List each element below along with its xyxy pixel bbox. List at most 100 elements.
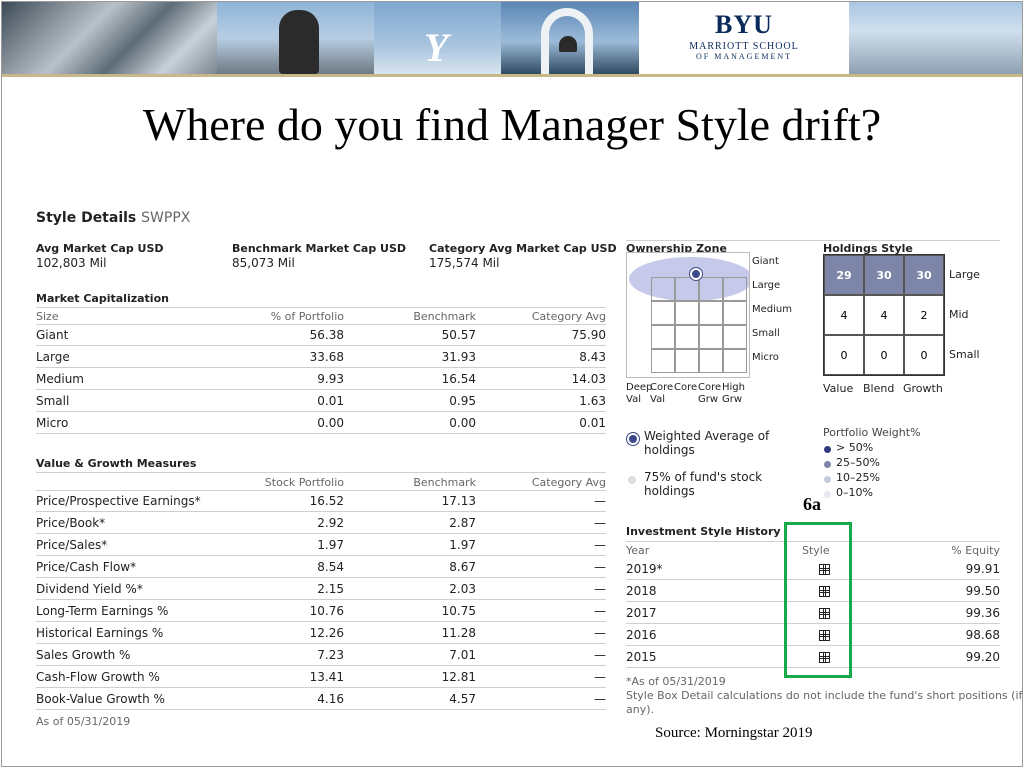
banner-y-mountain-image: Y [374,2,501,74]
weight-legend-label: > 50% [836,441,874,454]
row-divider [36,709,606,710]
table-cell: — [594,604,606,618]
table-cell: 7.01 [449,648,476,662]
table-cell: 12.26 [309,626,344,640]
row-divider [36,533,606,534]
style-box-cell: 0 [904,335,944,375]
zone-size-label: Large [752,280,781,291]
column-header: Category Avg [531,476,606,489]
row-label: Sales Growth % [36,648,131,662]
table-cell: — [594,582,606,596]
callout-label: 6a [803,494,821,514]
table-cell: 8.67 [449,560,476,574]
zone-style-label: Grw [698,394,719,405]
zone-style-label: Val [626,394,641,405]
style-box-cell: 30 [864,255,904,295]
category-market-cap-value: 175,574 Mil [429,256,500,270]
style-box-cell: 4 [864,295,904,335]
banner-campus-image [849,2,1022,74]
history-year: 2018 [626,584,657,598]
table-cell: 33.68 [309,350,344,364]
row-divider [36,599,606,600]
history-equity: 99.91 [965,562,1000,576]
table-cell: 7.23 [317,648,344,662]
zone-size-label: Giant [752,256,779,267]
zone-style-label: Grw [722,394,743,405]
row-label: Small [36,394,70,408]
zone-style-label: Core [674,382,698,393]
category-market-cap-label: Category Avg Market Cap USD [429,242,617,255]
row-divider [36,643,606,644]
row-divider [36,389,606,390]
row-label: Micro [36,416,69,430]
history-year: 2015 [626,650,657,664]
style-box-row-label: Small [949,348,980,361]
source-citation: Source: Morningstar 2019 [655,725,813,741]
table-cell: — [594,670,606,684]
weight-legend-icon [824,461,831,468]
row-divider [36,511,606,512]
table-cell: 2.15 [317,582,344,596]
zone-style-label: Core [650,382,674,393]
school-name-line2: OF MANAGEMENT [696,52,792,61]
row-label: Historical Earnings % [36,626,164,640]
weight-legend-label: 0–10% [836,486,873,499]
column-header: Benchmark [413,476,476,489]
zone-style-label: Core [698,382,722,393]
divider [36,324,606,325]
avg-market-cap-value: 102,803 Mil [36,256,107,270]
style-box-col-label: Value [823,382,854,395]
style-column-highlight [784,522,852,678]
table-cell: 4.57 [449,692,476,706]
row-label: Large [36,350,70,364]
avg-market-cap-label: Avg Market Cap USD [36,242,164,255]
banner-divider [2,74,1022,77]
row-divider [36,577,606,578]
table-cell: — [594,626,606,640]
column-header: % of Portfolio [270,310,344,323]
row-label: Dividend Yield %* [36,582,143,596]
style-box-cell: 30 [904,255,944,295]
column-header: % Equity [951,544,1000,557]
row-label: Price/Cash Flow* [36,560,137,574]
table-cell: 50.57 [441,328,476,342]
row-divider [36,665,606,666]
banner: Y BYU MARRIOTT SCHOOL OF MANAGEMENT [2,2,1022,74]
style-box-cell: 0 [864,335,904,375]
history-equity: 99.50 [965,584,1000,598]
table-cell: — [594,494,606,508]
table-cell: 12.81 [441,670,476,684]
legend-stock-holdings-line1: 75% of fund's stock [644,470,763,484]
row-divider [36,433,606,434]
weight-legend-icon [824,491,831,498]
table-cell: 8.54 [317,560,344,574]
holdings-style-box: 29 30 30 4 4 2 0 0 0 [823,254,945,376]
row-label: Price/Sales* [36,538,108,552]
row-divider [36,621,606,622]
row-label: Cash-Flow Growth % [36,670,160,684]
zone-style-label: High [722,382,745,393]
divider [36,490,606,491]
zone-size-label: Micro [752,352,779,363]
style-box-col-label: Growth [903,382,943,395]
history-year: 2019* [626,562,663,576]
style-history-heading: Investment Style History [626,525,781,538]
table-cell: — [594,560,606,574]
school-name-line1: MARRIOTT SCHOOL [689,41,799,52]
table-cell: — [594,692,606,706]
style-history-note1: *As of 05/31/2019 [626,675,726,688]
column-header: Size [36,310,59,323]
legend-weighted-average-line2: holdings [644,443,695,457]
benchmark-market-cap-label: Benchmark Market Cap USD [232,242,407,255]
zone-size-label: Small [752,328,780,339]
row-divider [36,411,606,412]
weight-legend-icon [824,446,831,453]
row-divider [36,345,606,346]
zone-style-label: Val [650,394,665,405]
table-cell: 13.41 [309,670,344,684]
style-history-note3: any). [626,703,655,716]
morningstar-style-panel: Style Details SWPPX Avg Market Cap USD 1… [24,196,1022,734]
row-label: Medium [36,372,84,386]
weight-legend-label: 10–25% [836,471,880,484]
style-box-cell: 0 [824,335,864,375]
